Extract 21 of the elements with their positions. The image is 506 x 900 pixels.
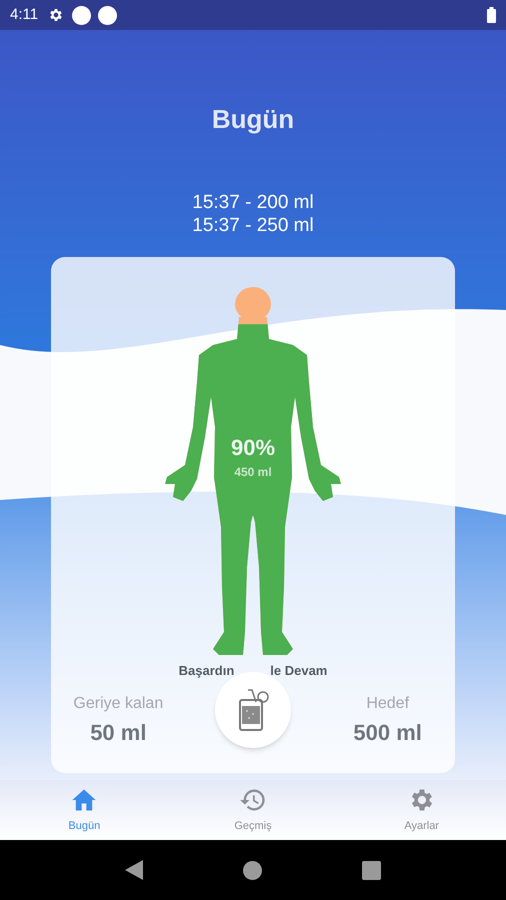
message-text: Başardın [178, 662, 234, 680]
notification-icon [98, 6, 118, 24]
message-text: le Devam [270, 662, 328, 680]
recents-icon[interactable] [362, 860, 381, 880]
back-icon[interactable] [125, 860, 143, 880]
log-entry: 15:37 - 250 ml [192, 214, 314, 237]
nav-tab[interactable]: Geçmiş [168, 780, 338, 840]
nav-tab[interactable]: Ayarlar [337, 780, 506, 840]
battery-icon [487, 7, 496, 23]
goal-label: Hedef [366, 694, 410, 714]
remaining-value: 50 ml [90, 718, 146, 746]
screen-title: Bugün [212, 103, 294, 136]
status-time: 4:11 [10, 4, 38, 25]
amount-text: 450 ml [234, 464, 272, 481]
remaining-label: Geriye kalan [73, 694, 164, 714]
log-entry: 15:37 - 200 ml [192, 191, 314, 214]
settings-icon [48, 7, 64, 23]
percent-text: 90% [230, 437, 276, 459]
notification-icon [72, 6, 92, 24]
goal-value: 500 ml [353, 718, 422, 746]
nav-tab[interactable]: Bugün [0, 780, 169, 840]
